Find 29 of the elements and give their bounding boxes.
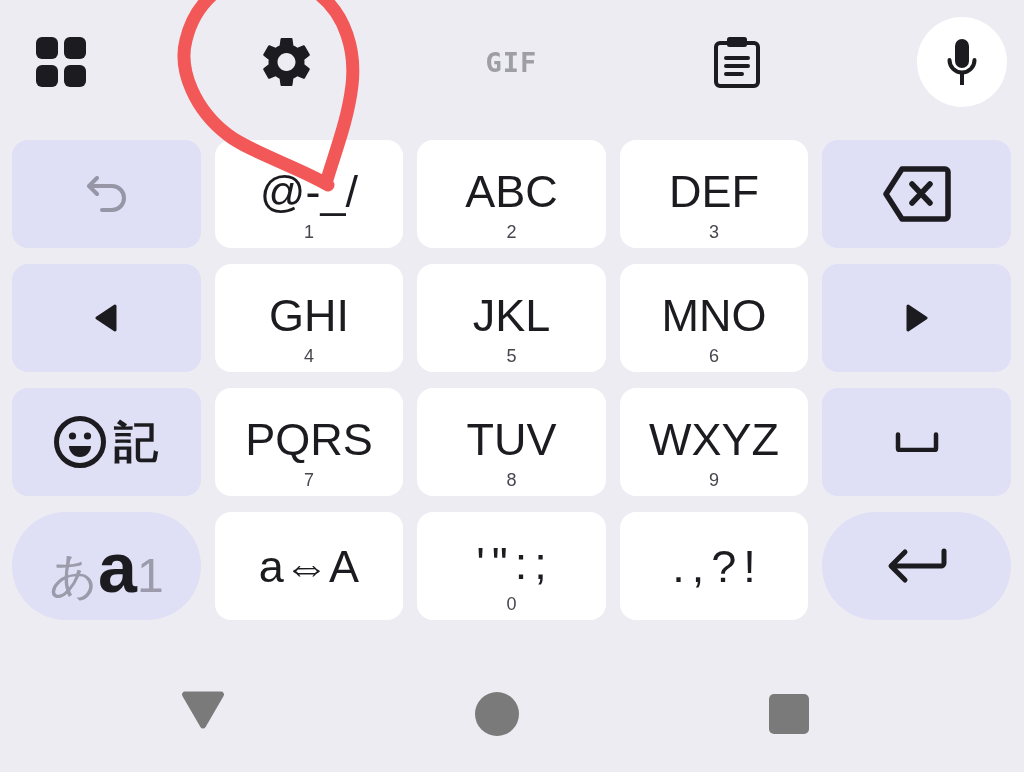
keypad-key[interactable]: ABC 2	[417, 140, 606, 248]
left-triangle-icon	[95, 304, 118, 332]
input-mode-option: a	[97, 533, 137, 603]
keypad-key[interactable]: WXYZ 9	[619, 388, 809, 496]
keypad-key[interactable]: JKL 5	[417, 264, 606, 372]
punctuation-key[interactable]: '":; 0	[417, 512, 606, 620]
clipboard-icon[interactable]	[712, 36, 761, 88]
right-triangle-icon	[905, 304, 928, 332]
keypad-key[interactable]: @-_/ 1	[214, 140, 404, 248]
punctuation-key[interactable]: .,?!	[619, 512, 809, 620]
space-icon	[894, 432, 939, 452]
microphone-icon	[947, 39, 977, 85]
keypad-key[interactable]: GHI 4	[214, 264, 404, 372]
keypad-key[interactable]: MNO 6	[619, 264, 809, 372]
undo-icon	[86, 176, 127, 212]
backspace-key[interactable]	[822, 140, 1011, 248]
keypad-key[interactable]: DEF 3	[619, 140, 809, 248]
keypad-key[interactable]: a⇔A	[214, 512, 404, 620]
triangle-icon[interactable]	[181, 690, 225, 730]
input-mode-key[interactable]: あa1	[12, 512, 201, 620]
keypad-key[interactable]: TUV 8	[417, 388, 606, 496]
grid-icon[interactable]	[36, 37, 86, 87]
keypad-key[interactable]: PQRS 7	[214, 388, 404, 496]
smiley-icon	[54, 416, 107, 468]
input-mode-option: あ	[48, 552, 98, 600]
settings-icon[interactable]	[262, 38, 310, 86]
enter-arrow-icon	[886, 548, 947, 584]
backspace-icon	[882, 166, 951, 222]
emoji-symbols-key[interactable]: 記	[12, 388, 201, 496]
